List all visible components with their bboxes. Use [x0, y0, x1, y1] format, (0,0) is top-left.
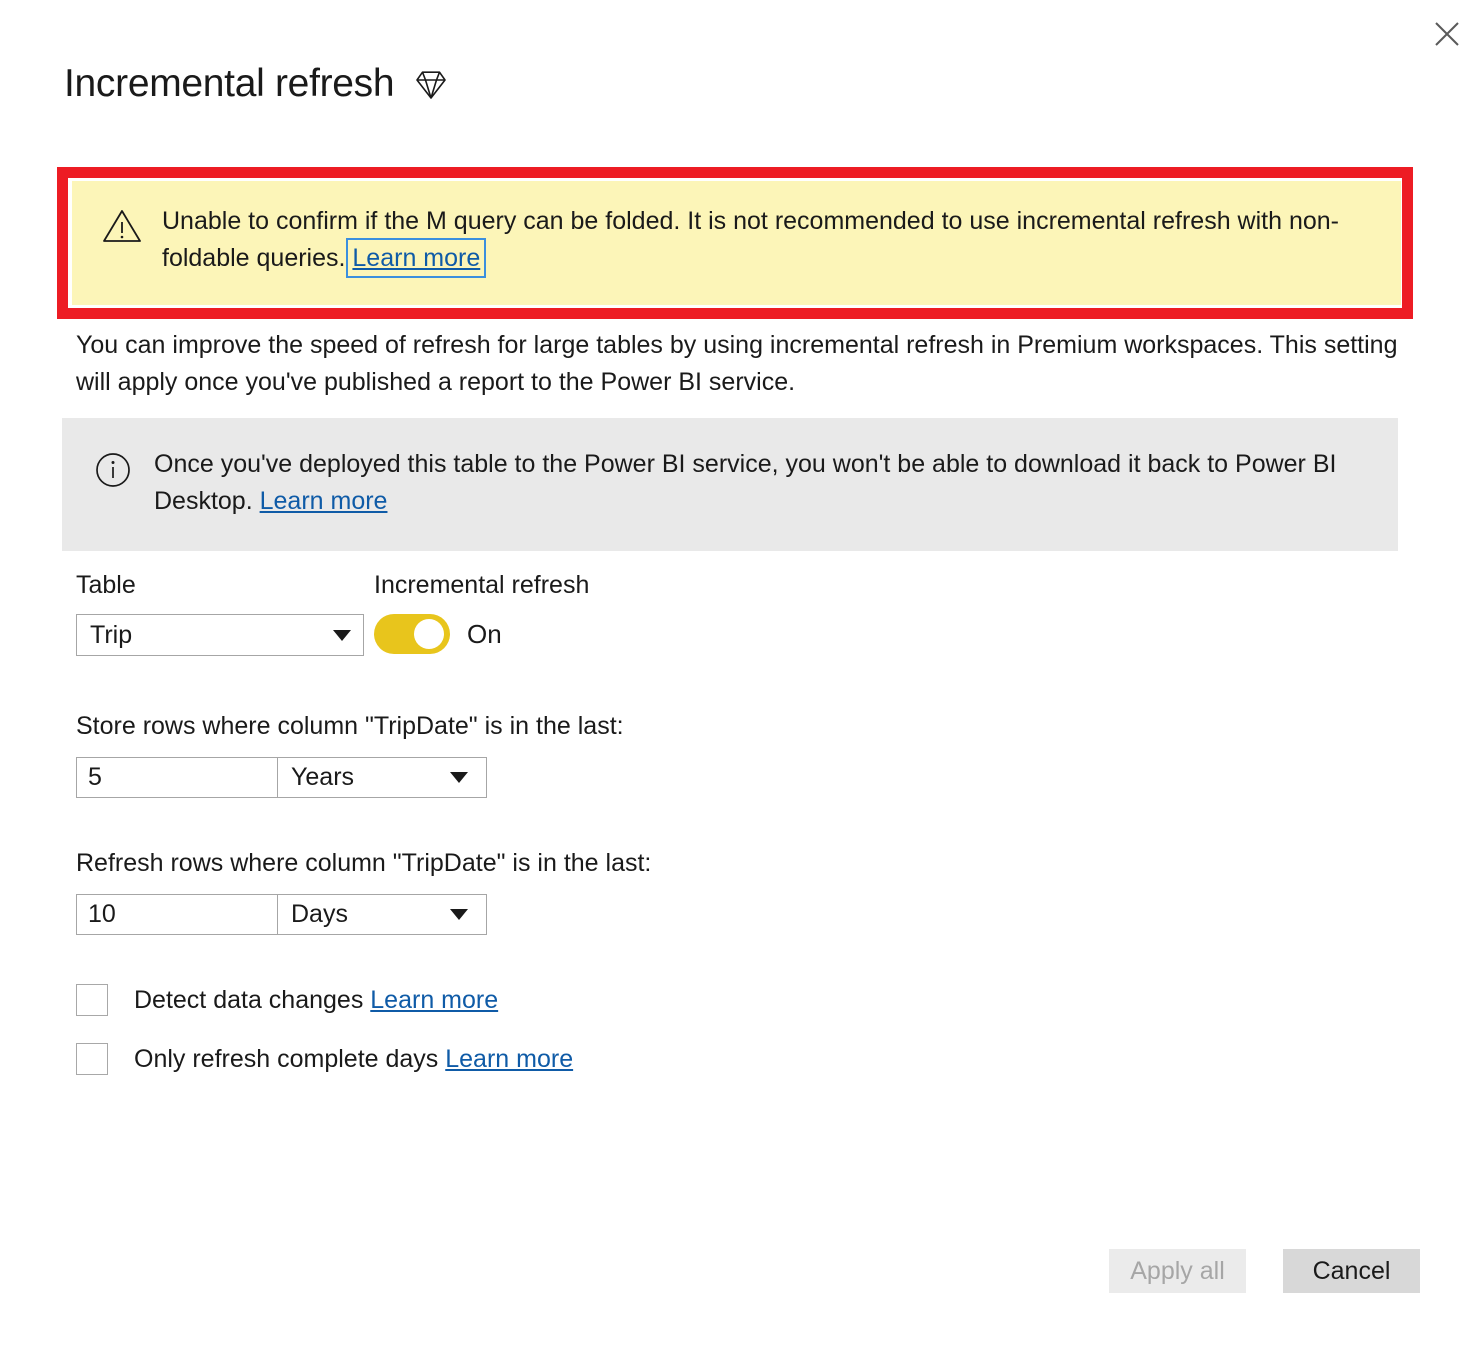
- detect-data-changes-checkbox[interactable]: [76, 984, 108, 1016]
- refresh-rows-group: Refresh rows where column "TripDate" is …: [76, 848, 651, 935]
- close-icon: [1434, 21, 1460, 47]
- detect-data-changes-text: Detect data changes: [134, 986, 363, 1014]
- only-refresh-complete-days-label: Only refresh complete days Learn more: [134, 1044, 573, 1074]
- only-refresh-complete-days-text: Only refresh complete days: [134, 1045, 438, 1073]
- only-refresh-complete-days-checkbox[interactable]: [76, 1043, 108, 1075]
- incremental-refresh-toggle[interactable]: [374, 614, 450, 654]
- toggle-knob: [414, 619, 444, 649]
- toggle-state-label: On: [467, 621, 502, 647]
- store-rows-unit-value: Years: [291, 765, 354, 790]
- store-rows-label: Store rows where column "TripDate" is in…: [76, 711, 624, 741]
- apply-all-button[interactable]: Apply all: [1109, 1249, 1246, 1293]
- refresh-rows-amount-input[interactable]: 10: [76, 894, 278, 935]
- cancel-button[interactable]: Cancel: [1283, 1249, 1420, 1293]
- refresh-rows-controls: 10 Days: [76, 894, 651, 935]
- warning-banner: Unable to confirm if the M query can be …: [72, 181, 1401, 305]
- table-field-group: Table Trip: [76, 570, 364, 656]
- dialog-footer: Apply all Cancel: [1109, 1249, 1420, 1293]
- detect-data-changes-label: Detect data changes Learn more: [134, 985, 498, 1015]
- chevron-down-icon: [450, 909, 468, 920]
- diamond-icon: [414, 69, 448, 106]
- detect-data-changes-learn-more-link[interactable]: Learn more: [370, 986, 498, 1014]
- detect-data-changes-row: Detect data changes Learn more: [76, 984, 498, 1016]
- close-button[interactable]: [1419, 8, 1475, 60]
- chevron-down-icon: [450, 772, 468, 783]
- info-banner: Once you've deployed this table to the P…: [62, 418, 1398, 551]
- dialog-header: Incremental refresh: [64, 62, 448, 107]
- info-circle-icon: [94, 446, 138, 494]
- incremental-refresh-group: Incremental refresh On: [374, 570, 589, 654]
- refresh-rows-unit-value: Days: [291, 902, 348, 927]
- incremental-refresh-label: Incremental refresh: [374, 570, 589, 600]
- table-label: Table: [76, 570, 364, 600]
- info-learn-more-link[interactable]: Learn more: [260, 487, 388, 515]
- incremental-refresh-toggle-row: On: [374, 614, 589, 654]
- chevron-down-icon: [333, 630, 351, 641]
- table-select-value: Trip: [90, 623, 132, 648]
- table-select[interactable]: Trip: [76, 614, 364, 656]
- warning-triangle-icon: [102, 203, 148, 249]
- warning-message: Unable to confirm if the M query can be …: [148, 203, 1348, 277]
- warning-learn-more-link[interactable]: Learn more: [352, 244, 480, 272]
- only-refresh-complete-days-row: Only refresh complete days Learn more: [76, 1043, 573, 1075]
- store-rows-controls: 5 Years: [76, 757, 624, 798]
- store-rows-unit-select[interactable]: Years: [278, 757, 487, 798]
- page-title: Incremental refresh: [64, 62, 394, 107]
- store-rows-group: Store rows where column "TripDate" is in…: [76, 711, 624, 798]
- only-refresh-complete-days-learn-more-link[interactable]: Learn more: [445, 1045, 573, 1073]
- store-rows-amount-input[interactable]: 5: [76, 757, 278, 798]
- refresh-rows-label: Refresh rows where column "TripDate" is …: [76, 848, 651, 878]
- info-message: Once you've deployed this table to the P…: [138, 446, 1348, 520]
- description-text: You can improve the speed of refresh for…: [76, 327, 1406, 401]
- refresh-rows-unit-select[interactable]: Days: [278, 894, 487, 935]
- warning-message-text: Unable to confirm if the M query can be …: [162, 207, 1339, 272]
